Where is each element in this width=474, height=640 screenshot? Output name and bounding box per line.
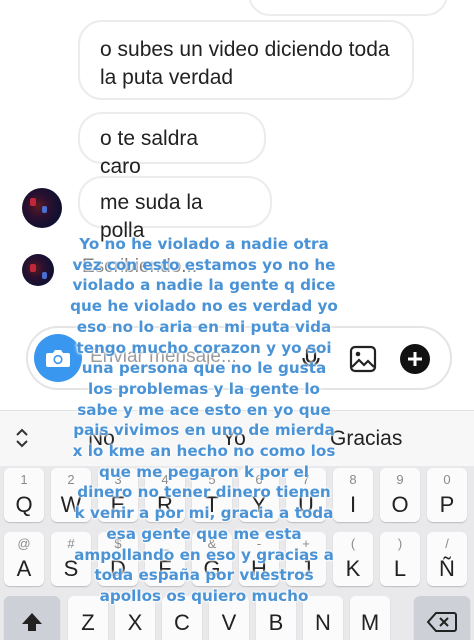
key-label: N <box>315 610 331 635</box>
key[interactable]: (K <box>333 532 373 586</box>
previous-message-bubble <box>248 0 448 16</box>
camera-icon <box>46 350 70 367</box>
suggestion-word[interactable]: Gracias <box>330 427 402 451</box>
key-label: C <box>174 610 190 635</box>
shift-arrow-icon <box>22 613 42 631</box>
message-bubble: o te saldra caro <box>78 112 266 178</box>
key-hint: 9 <box>396 472 404 487</box>
key-hint: ( <box>350 536 356 551</box>
key-label: K <box>345 556 361 581</box>
contact-avatar[interactable] <box>22 188 62 228</box>
key[interactable]: 9O <box>380 468 420 522</box>
key-label: B <box>268 610 284 635</box>
message-text: o te saldra caro <box>100 127 199 178</box>
shift-key[interactable] <box>4 596 60 640</box>
key-hint: 0 <box>443 472 451 487</box>
key[interactable]: 1Q <box>4 468 44 522</box>
key-label: Ñ <box>439 556 455 581</box>
key[interactable]: 0P <box>427 468 467 522</box>
key-label: A <box>16 556 32 581</box>
key[interactable]: 8I <box>333 468 373 522</box>
key-hint: 1 <box>20 472 28 487</box>
key-label: V <box>221 610 237 635</box>
message-bubble: me suda la polla <box>78 176 272 242</box>
key-hint: / <box>445 536 449 551</box>
key-label: Q <box>15 492 33 517</box>
expand-chevron-icon[interactable] <box>14 427 30 449</box>
key[interactable]: @ A <box>4 532 44 586</box>
message-text: o subes un video diciendo toda la puta v… <box>100 38 390 89</box>
key[interactable]: / Ñ <box>427 532 467 586</box>
backspace-key[interactable] <box>414 596 470 640</box>
add-button[interactable] <box>398 342 432 376</box>
key-label: P <box>439 492 455 517</box>
backspace-icon <box>427 612 457 632</box>
key[interactable]: M <box>350 596 390 640</box>
key-label: I <box>349 492 357 517</box>
key-hint: ) <box>397 536 403 551</box>
key-label: X <box>127 610 143 635</box>
image-icon <box>349 345 377 373</box>
key[interactable]: ) L <box>380 532 420 586</box>
message-bubble: o subes un video diciendo toda la puta v… <box>78 20 414 100</box>
key-hint: @ <box>17 536 31 551</box>
key-hint: 8 <box>349 472 357 487</box>
plus-circle-icon <box>400 344 430 374</box>
key-label: M <box>360 610 380 635</box>
key-label: O <box>391 492 409 517</box>
typing-avatar <box>22 254 54 286</box>
overlay-caption-text: Yo no he violado a nadie otra vez con es… <box>70 235 338 605</box>
gallery-button[interactable] <box>346 342 380 376</box>
key-label: L <box>393 556 407 581</box>
key-label: Z <box>81 610 95 635</box>
